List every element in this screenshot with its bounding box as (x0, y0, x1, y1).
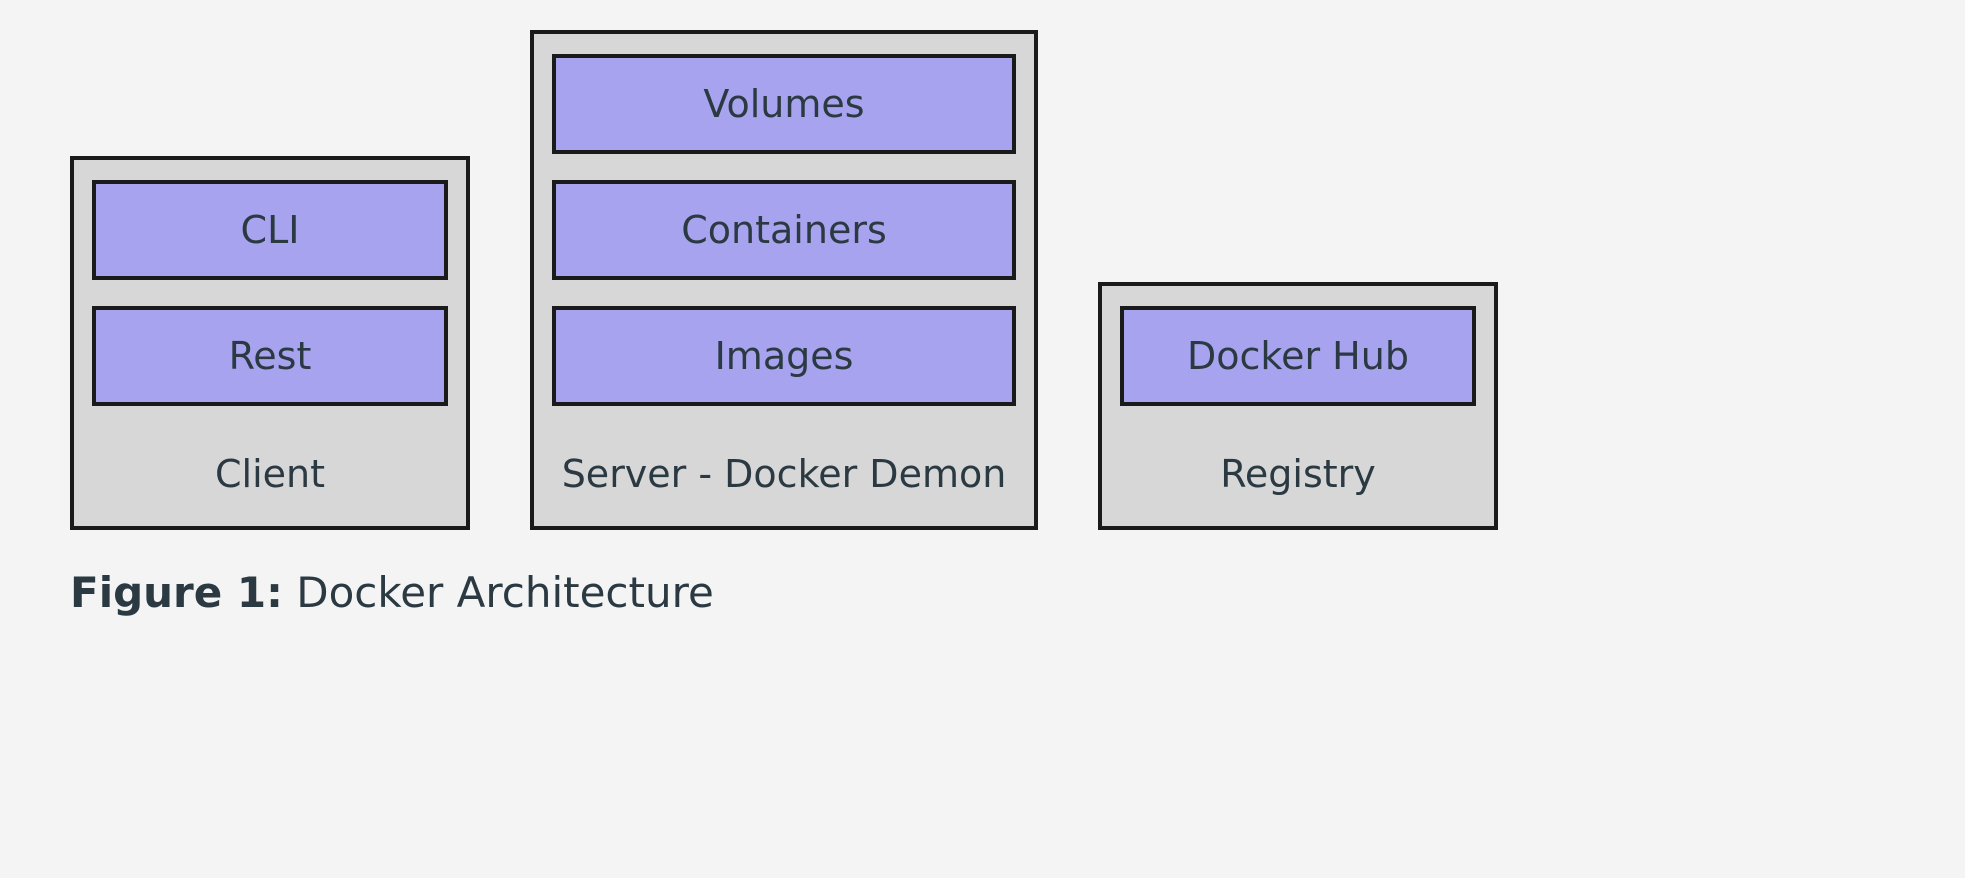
diagram-canvas: CLI Rest Client Volumes Containers Image… (0, 0, 1965, 878)
diagram-row: CLI Rest Client Volumes Containers Image… (0, 0, 1965, 530)
figure-text: Docker Architecture (283, 568, 714, 617)
block-docker-hub: Docker Hub (1120, 306, 1476, 406)
group-client: CLI Rest Client (70, 156, 470, 530)
group-server-title: Server - Docker Demon (552, 432, 1016, 526)
group-server: Volumes Containers Images Server - Docke… (530, 30, 1038, 530)
figure-caption: Figure 1: Docker Architecture (0, 530, 1965, 617)
group-registry: Docker Hub Registry (1098, 282, 1498, 530)
figure-label: Figure 1: (70, 568, 283, 617)
group-registry-title: Registry (1120, 432, 1476, 526)
block-cli: CLI (92, 180, 448, 280)
group-client-title: Client (92, 432, 448, 526)
block-containers: Containers (552, 180, 1016, 280)
block-rest: Rest (92, 306, 448, 406)
block-images: Images (552, 306, 1016, 406)
block-volumes: Volumes (552, 54, 1016, 154)
